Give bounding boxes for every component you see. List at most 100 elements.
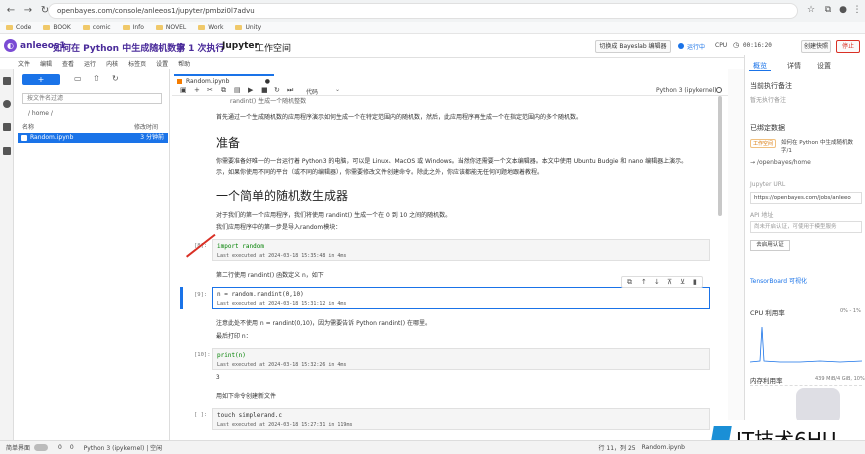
menu-view[interactable]: 查看 [62,59,74,68]
menu-help[interactable]: 帮助 [178,59,190,68]
cell-toolbar: ⧉ ↑ ↓ ⊼ ⊻ ▮ [621,276,703,288]
new-folder-icon[interactable]: ▭ [74,74,82,83]
openbayes-logo[interactable]: ◐ [4,39,17,52]
menu-tabs[interactable]: 标签页 [128,59,146,68]
paragraph: 注意此处不使用 n = randint(0,10)，因为需要告诉 Python … [216,320,431,327]
cell-code: touch simplerand.c [217,412,283,419]
clock-icon: ◷ [733,41,740,49]
code-cell-print[interactable]: print(n) Last executed at 2024-03-18 15:… [212,348,710,370]
save-icon[interactable]: ▣ [180,86,187,94]
run-icon[interactable]: ▶ [248,86,253,94]
new-launcher-button[interactable]: + [22,74,60,85]
bookmark-star-icon[interactable]: ☆ [805,4,817,16]
paragraph: 用如下命令创建新文件 [216,393,277,400]
cell-exec-info: Last executed at 2024-03-18 15:35:48 in … [217,253,347,259]
profile-icon[interactable]: ● [837,4,849,16]
cell-exec-info: Last executed at 2024-03-18 15:31:12 in … [217,301,347,307]
notebook-area: Random.ipynb ● ▣ + ✂ ⧉ ▤ ▶ ■ ↻ ⏭ 代码 ⌄ Py… [172,69,728,440]
menu-file[interactable]: 文件 [18,59,30,68]
jupyter-url-field[interactable]: https://openbayes.com/jobs/anleeo [750,192,862,204]
notebook-scrollbar[interactable] [718,96,722,216]
kernel-name[interactable]: Python 3 (ipykernel) [656,87,717,94]
address-bar[interactable]: openbayes.com/console/anleeos1/jupyter/p… [48,3,798,19]
refresh-icon[interactable]: ↻ [112,74,119,83]
create-snapshot-button[interactable]: 创建快照 [801,40,831,53]
running-icon[interactable] [3,100,11,108]
menu-settings[interactable]: 设置 [156,59,168,68]
forward-icon[interactable]: → [22,5,34,17]
workspace-label: 工作空间 [255,44,292,54]
cut-icon[interactable]: ✂ [207,86,213,94]
running-status-icon [678,43,684,49]
column-modified[interactable]: 修改时间 [134,122,158,131]
jupyter-url-title: Jupyter URL [750,181,786,188]
bookmark-work[interactable]: Work [198,24,223,31]
api-field[interactable]: 尚未开启认证，可使用于模型服务 [750,221,862,233]
bound-path: → /openbayes/home [750,159,811,166]
copy-icon[interactable]: ⧉ [221,86,226,95]
cell-prompt: [ ]: [194,412,208,418]
bound-dataset-name[interactable]: 如何在 Python 中生成随机数字/1 [781,139,863,155]
column-name[interactable]: 名称 [22,122,34,131]
remark-title: 当前执行备注 [750,82,792,90]
file-filter-input[interactable] [22,93,162,104]
tab-details[interactable]: 详情 [787,61,801,71]
menu-run[interactable]: 运行 [84,59,96,68]
tab-settings[interactable]: 设置 [817,61,831,71]
tab-random-ipynb[interactable]: Random.ipynb ● [174,74,274,85]
bullet-line: randint() 生成一个随机整数 [230,98,307,105]
tensorboard-link[interactable]: TensorBoard 可视化 [750,276,807,285]
bookmark-info[interactable]: Info [122,24,144,31]
status-bar: 简单界面 0 0 Python 3 (ipykernel) | 空闲 行 11，… [0,440,865,454]
paste-icon[interactable]: ▤ [234,86,241,94]
enable-auth-button[interactable]: 去启用认证 [750,240,790,251]
extensions-icon[interactable]: ⧉ [822,4,834,16]
bookmark-novel[interactable]: NOVEL [155,24,186,31]
back-icon[interactable]: ← [5,5,17,17]
url-text: openbayes.com/console/anleeos1/jupyter/p… [57,7,255,15]
bookmark-comic[interactable]: comic [82,24,111,31]
cpu-usage-title: CPU 利用率 [750,309,785,317]
insert-above-icon[interactable]: ⊼ [667,278,672,286]
restart-icon[interactable]: ↻ [274,86,280,94]
folder-icon [198,25,206,30]
extensions-icon[interactable] [3,147,11,155]
upload-icon[interactable]: ⇧ [93,74,100,83]
more-icon[interactable]: ⋮ [851,4,863,16]
cpu-usage-range: 0% - 1% [840,308,861,314]
folder-icon [6,25,13,30]
kernel-status[interactable]: Python 3 (ipykernel) | 空闲 [84,443,162,452]
switch-editor-button[interactable]: 切换成 Bayeslab 编辑器 [595,40,671,53]
cursor-position: 行 11，列 25 [598,445,636,452]
breadcrumb[interactable]: / home / [28,110,53,117]
simple-mode-toggle[interactable] [34,444,49,451]
commands-icon[interactable] [3,123,11,131]
add-cell-icon[interactable]: + [194,86,200,94]
cell-type-select[interactable]: 代码 [306,87,318,96]
stop-button[interactable]: 停止 [836,40,860,53]
move-down-icon[interactable]: ↓ [654,278,660,286]
menu-kernel[interactable]: 内核 [106,59,118,68]
file-item-random[interactable]: Random.ipynb 3 分钟前 [18,133,168,143]
bookmark-code[interactable]: Code [6,24,31,31]
delete-icon[interactable]: ▮ [693,278,697,286]
fast-forward-icon[interactable]: ⏭ [287,86,293,95]
folder-icon[interactable] [3,77,11,85]
notebook-icon [177,79,182,84]
move-up-icon[interactable]: ↑ [641,278,647,286]
right-info-panel: 概览 详情 设置 当前执行备注 暂无执行备注 已绑定数据 工作空间 如何在 Py… [744,55,865,440]
code-cell-import[interactable]: import random Last executed at 2024-03-1… [212,239,710,261]
cell-code: n = random.randint(0,10) [217,291,304,298]
duplicate-icon[interactable]: ⧉ [627,278,632,287]
menu-edit[interactable]: 编辑 [40,59,52,68]
workspace-bold: Jupyter [222,41,259,51]
stop-icon[interactable]: ■ [261,86,268,94]
cell-output: 3 [216,374,220,381]
bookmark-book[interactable]: BOOK [43,24,71,31]
code-cell-randint[interactable]: n = random.randint(0,10) Last executed a… [212,287,710,309]
bound-data-title: 已绑定数据 [750,124,785,132]
insert-below-icon[interactable]: ⊻ [680,278,685,286]
remark-placeholder[interactable]: 暂无执行备注 [750,95,786,104]
code-cell-touch[interactable]: touch simplerand.c Last executed at 2024… [212,408,710,430]
bookmark-unity[interactable]: Unity [235,24,261,31]
